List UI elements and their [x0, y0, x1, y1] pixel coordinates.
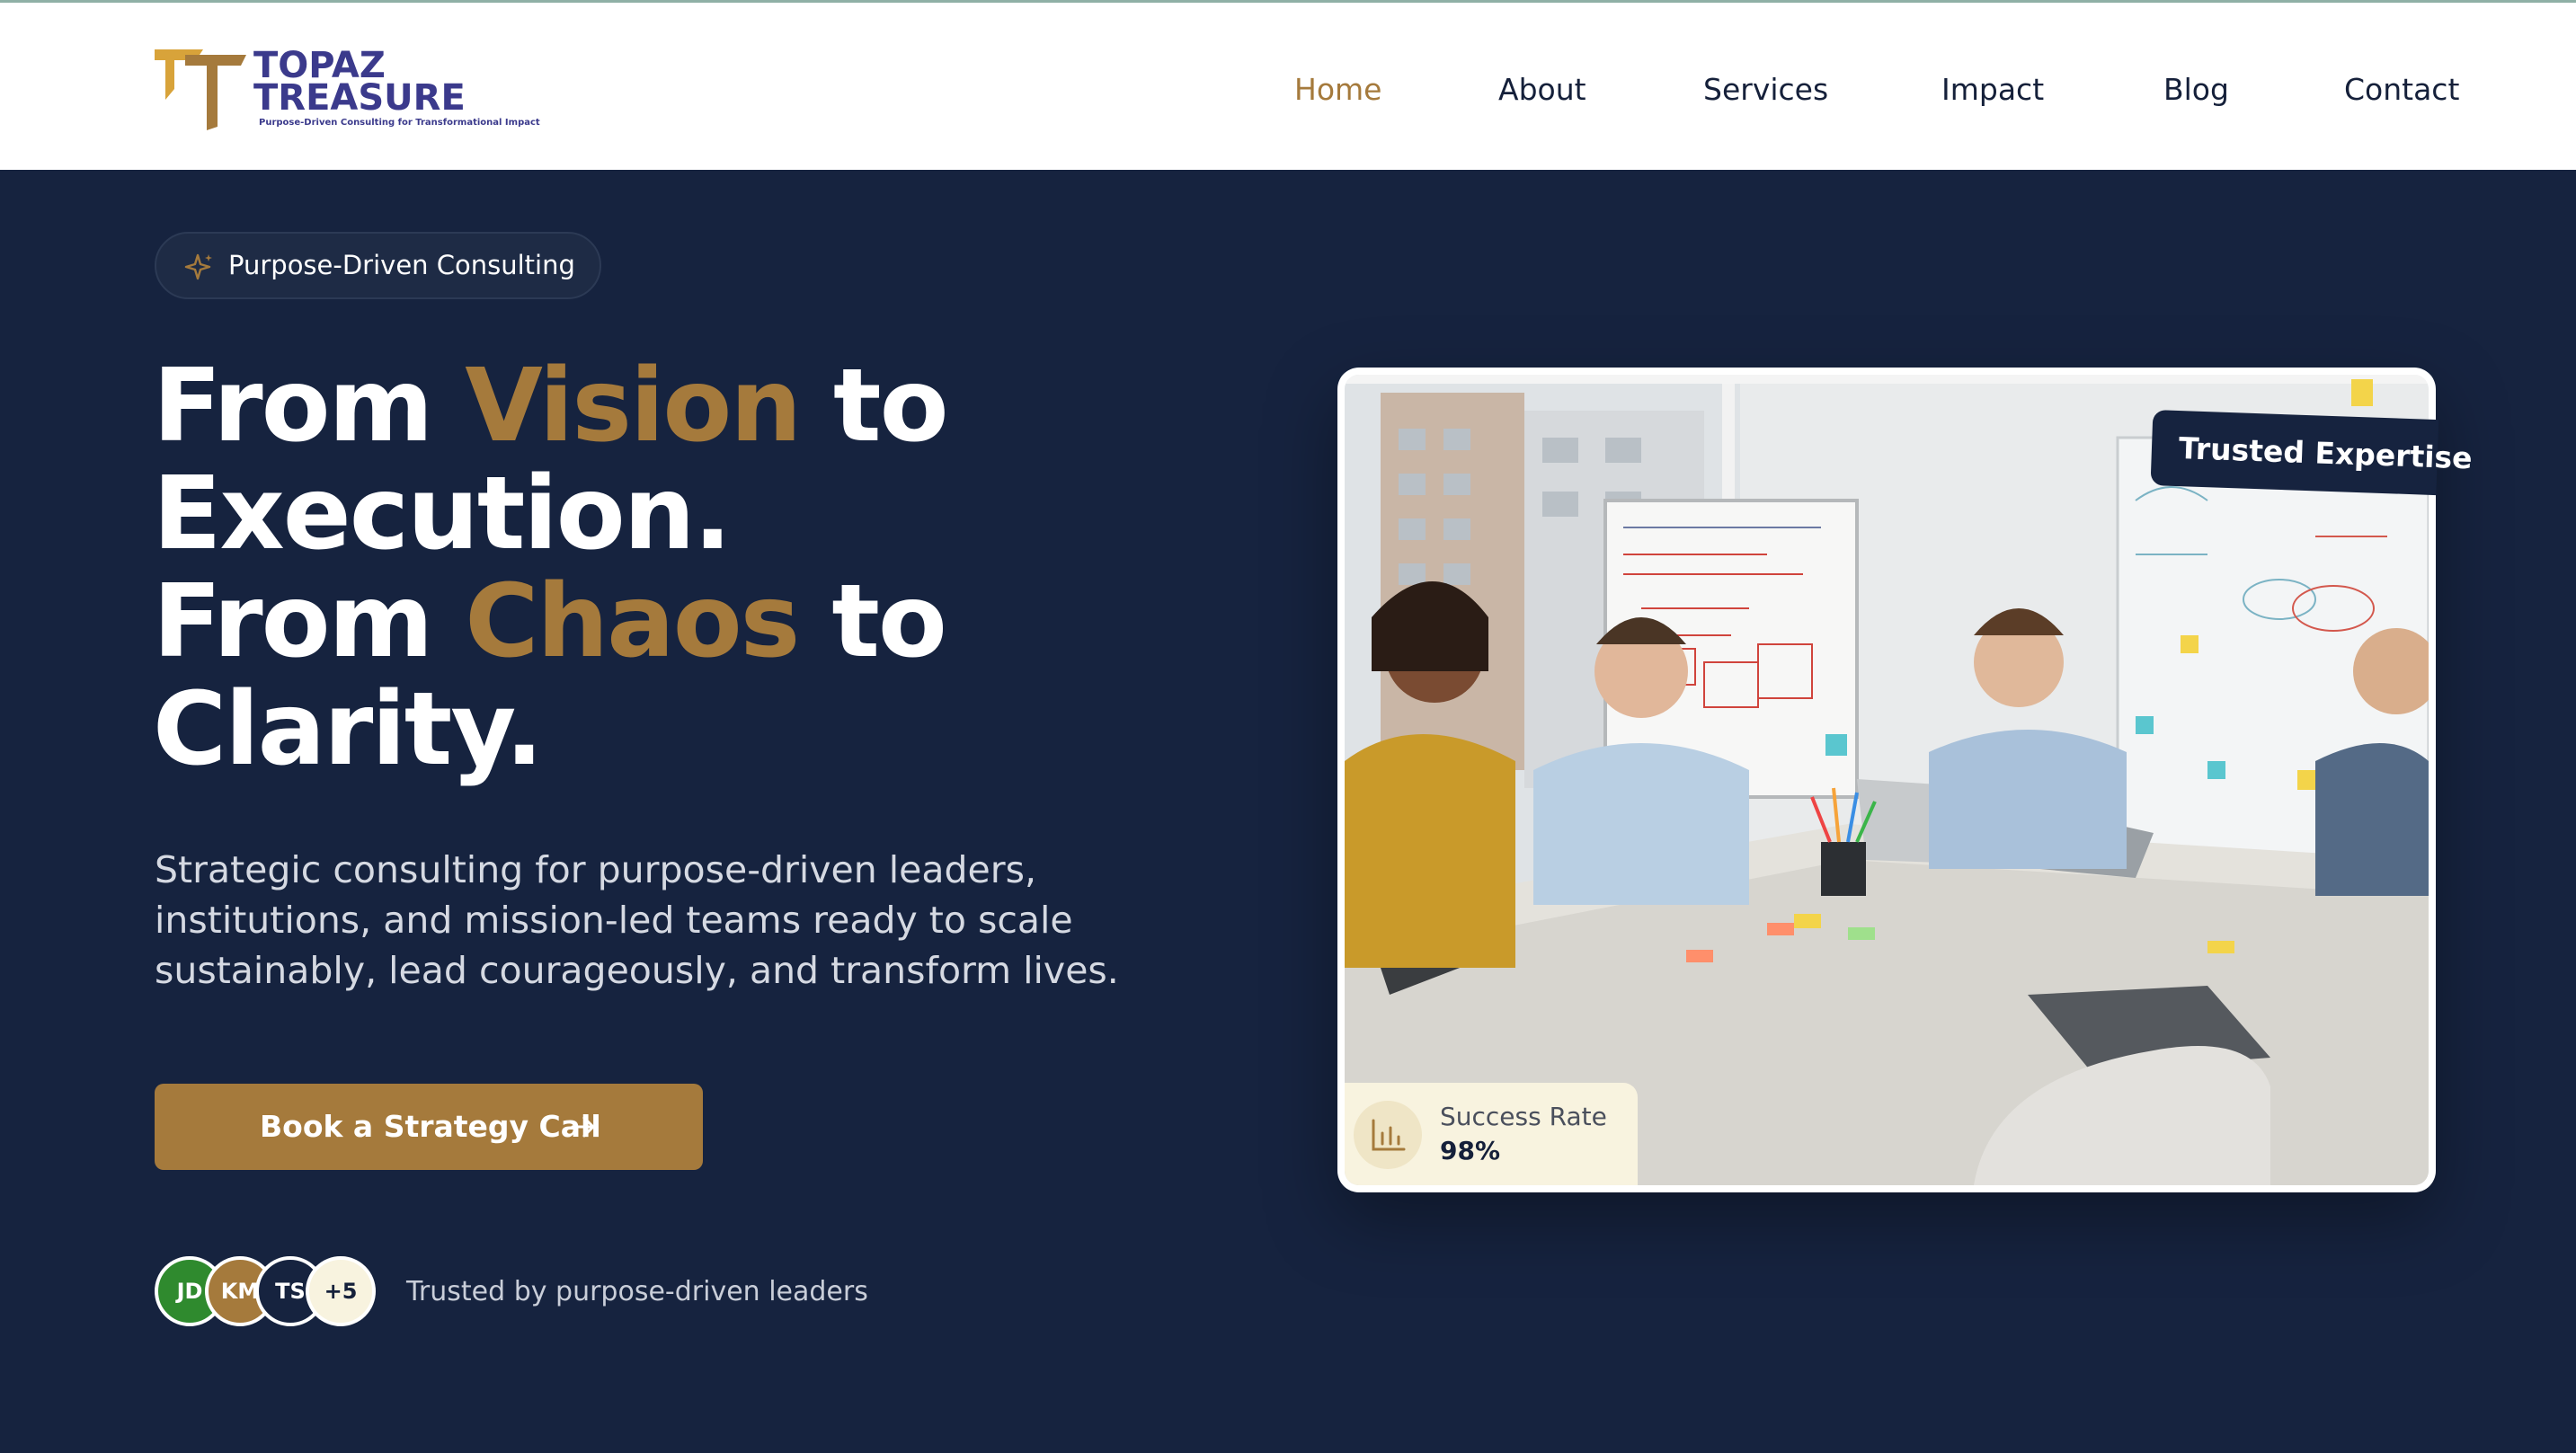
nav-about[interactable]: About: [1498, 67, 1586, 112]
social-proof-text: Trusted by purpose-driven leaders: [406, 1276, 868, 1307]
trusted-expertise-label: Trusted Expertise: [2178, 430, 2474, 476]
nav-services[interactable]: Services: [1703, 67, 1828, 112]
book-strategy-call-button[interactable]: Book a Strategy Call: [155, 1084, 703, 1170]
headline-text: to: [798, 563, 947, 680]
meeting-photo: [1345, 375, 2429, 1185]
success-rate-value: 98%: [1440, 1136, 1501, 1165]
avatar-group: JD KM TS +5: [155, 1256, 388, 1328]
nav-impact[interactable]: Impact: [1941, 67, 2044, 112]
arrow-right-icon: [571, 1116, 595, 1138]
nav-home[interactable]: Home: [1294, 67, 1381, 112]
cta-label: Book a Strategy Call: [260, 1109, 601, 1144]
category-pill-label: Purpose-Driven Consulting: [228, 250, 575, 280]
headline-text: Execution.: [153, 456, 732, 572]
avatar-more-count: +5: [306, 1256, 376, 1326]
success-rate-label: Success Rate: [1440, 1102, 1607, 1131]
trusted-expertise-badge: Trusted Expertise: [2150, 410, 2473, 496]
sparkle-icon: [184, 253, 212, 280]
brand-tagline: Purpose-Driven Consulting for Transforma…: [259, 118, 540, 128]
main-nav: Home About Services Impact Blog Contact: [0, 67, 2576, 112]
hero-subtext: Strategic consulting for purpose-driven …: [155, 848, 1119, 992]
nav-contact[interactable]: Contact: [2344, 67, 2459, 112]
hero-photo-card: [1337, 368, 2436, 1192]
category-pill: Purpose-Driven Consulting: [155, 232, 601, 299]
success-rate-card: Success Rate 98%: [1345, 1083, 1638, 1185]
nav-blog[interactable]: Blog: [2163, 67, 2229, 112]
bar-chart-icon: [1354, 1101, 1422, 1169]
site-header: TOPAZ TREASURE Purpose-Driven Consulting…: [0, 3, 2576, 170]
headline-text: to: [800, 348, 949, 465]
headline-text: From: [153, 563, 466, 680]
headline-highlight-vision: Vision: [465, 348, 802, 465]
headline-text: From: [153, 348, 466, 465]
headline-highlight-chaos: Chaos: [465, 563, 800, 680]
headline-text: Clarity.: [153, 671, 544, 788]
hero-headline: From Vision to Execution. From Chaos to …: [153, 352, 1141, 784]
